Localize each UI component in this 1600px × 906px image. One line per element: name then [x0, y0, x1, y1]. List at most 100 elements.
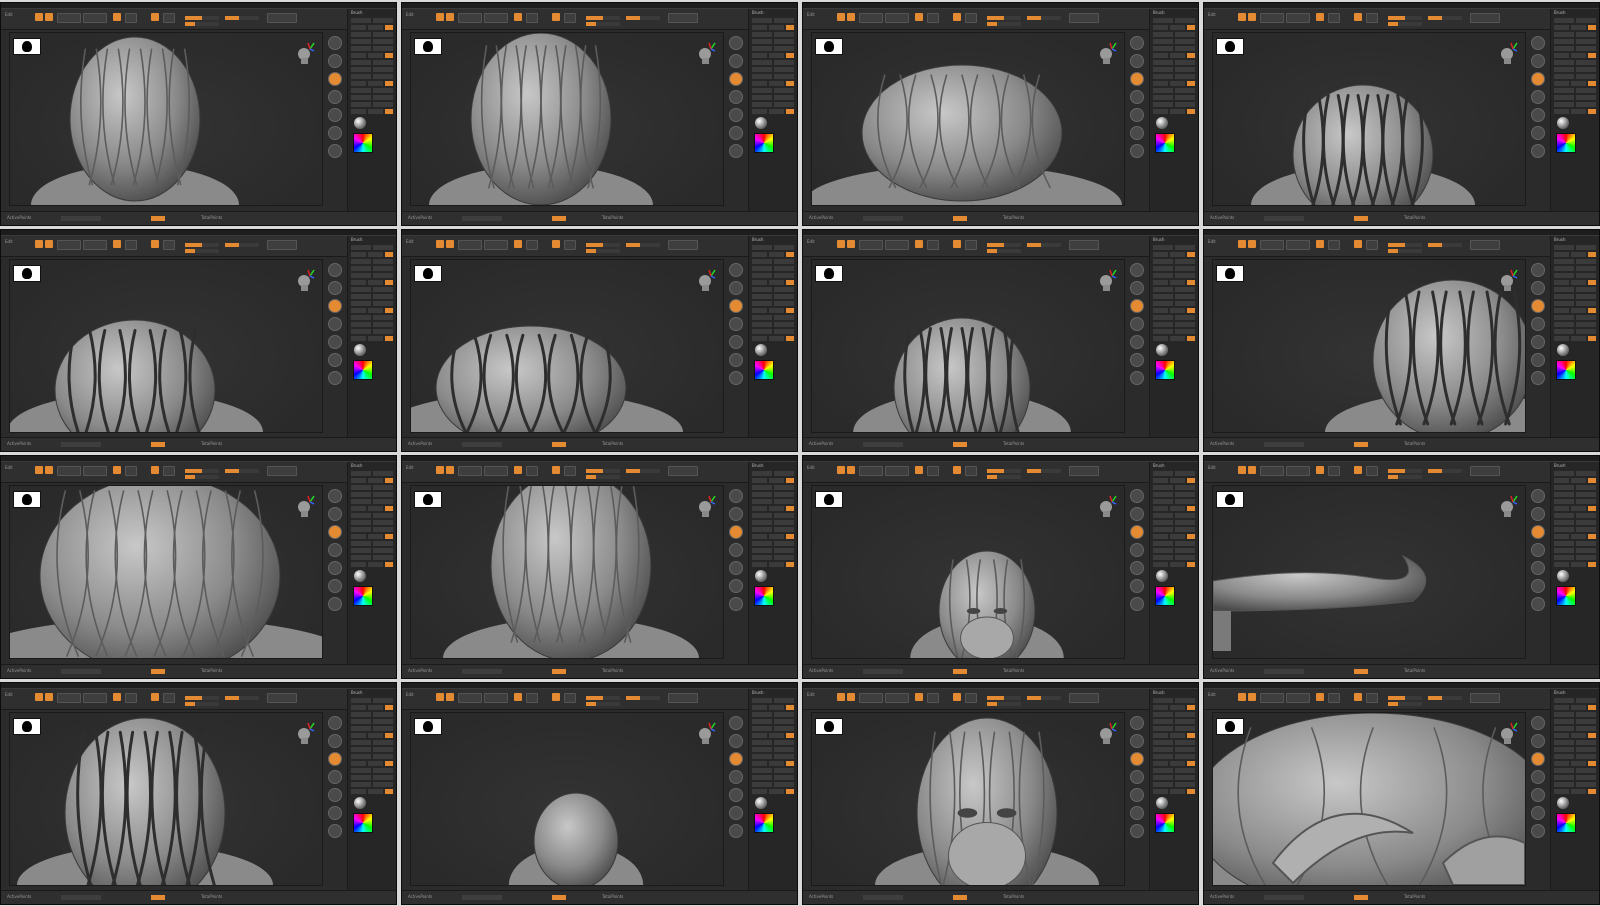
draw-size-slider[interactable] [586, 22, 620, 26]
dynamic-button[interactable] [1470, 13, 1500, 23]
tray-row[interactable] [752, 265, 794, 271]
material-sphere-icon[interactable] [1557, 343, 1569, 356]
tray-row[interactable] [752, 39, 794, 44]
bpr-icon[interactable] [1130, 489, 1144, 503]
focal-shift-slider[interactable] [987, 16, 1021, 20]
tray-row[interactable] [752, 534, 794, 539]
tray-row[interactable] [351, 534, 393, 539]
z-intensity-slider[interactable] [626, 16, 660, 20]
mrgb-button[interactable] [514, 466, 522, 474]
tray-row[interactable] [1153, 335, 1195, 341]
focal-shift-slider[interactable] [1388, 469, 1422, 473]
canvas-viewport[interactable] [410, 32, 724, 206]
tray-row[interactable] [752, 88, 794, 93]
zoom-view-icon[interactable] [729, 543, 743, 557]
tray-row[interactable] [1153, 300, 1195, 306]
color-picker[interactable] [754, 812, 774, 833]
tray-row[interactable] [351, 67, 393, 72]
rotate-button[interactable] [885, 466, 909, 476]
status-button[interactable] [953, 442, 967, 447]
tray-row[interactable] [752, 767, 794, 773]
tray-row[interactable] [351, 739, 393, 745]
scale-button[interactable] [859, 466, 883, 476]
frame-icon[interactable] [1531, 507, 1545, 521]
tray-row[interactable] [752, 102, 794, 107]
tray-row[interactable] [1153, 704, 1195, 710]
material-sphere-icon[interactable] [1557, 570, 1569, 582]
material-sphere-icon[interactable] [354, 343, 366, 356]
polyf-icon[interactable] [1130, 579, 1144, 593]
rgb-button[interactable] [526, 692, 538, 703]
tray-row[interactable] [1153, 67, 1195, 72]
tray-row[interactable] [351, 718, 393, 724]
tray-row[interactable] [1554, 46, 1596, 51]
polyf-icon[interactable] [1531, 805, 1545, 820]
tray-row[interactable] [1554, 704, 1596, 710]
rotate-view-icon[interactable] [1130, 561, 1144, 575]
tray-row[interactable] [1153, 753, 1195, 759]
draw-button[interactable] [837, 692, 845, 701]
rotate-view-icon[interactable] [729, 561, 743, 575]
edit-button[interactable]: Edit [5, 692, 13, 697]
zadd-button[interactable] [1354, 239, 1362, 248]
tray-row[interactable] [351, 781, 393, 787]
zadd-button[interactable] [552, 239, 560, 248]
canvas-viewport[interactable] [1212, 258, 1526, 433]
status-button[interactable] [151, 895, 165, 900]
tray-row[interactable] [1153, 718, 1195, 724]
move-button[interactable] [847, 692, 855, 701]
z-intensity-slider[interactable] [225, 695, 259, 700]
tray-row[interactable] [1153, 527, 1195, 532]
tray-row[interactable] [752, 781, 794, 787]
canvas-viewport[interactable] [1212, 485, 1526, 659]
zoom-view-icon[interactable] [328, 316, 342, 331]
frame-icon[interactable] [729, 54, 743, 68]
draw-size-slider[interactable] [185, 701, 219, 706]
move-button[interactable] [45, 239, 53, 248]
mrgb-button[interactable] [915, 13, 923, 21]
focal-shift-slider[interactable] [987, 242, 1021, 247]
z-intensity-slider[interactable] [1428, 469, 1462, 473]
move-button[interactable] [1248, 13, 1256, 21]
tray-row[interactable] [351, 562, 393, 567]
tray-row[interactable] [351, 753, 393, 759]
zoom-view-icon[interactable] [1130, 90, 1144, 104]
tray-row[interactable] [752, 774, 794, 780]
focal-shift-slider[interactable] [1388, 16, 1422, 20]
draw-button[interactable] [1238, 239, 1246, 248]
rotate-button[interactable] [83, 239, 107, 250]
gizmo-3d-icon[interactable] [1098, 41, 1118, 65]
focal-shift-slider[interactable] [185, 242, 219, 247]
rotate-view-icon[interactable] [1531, 561, 1545, 575]
zsub-button[interactable] [965, 466, 977, 476]
tray-row[interactable] [351, 704, 393, 710]
rgb-button[interactable] [1328, 692, 1340, 703]
frame-icon[interactable] [1130, 280, 1144, 295]
mrgb-button[interactable] [113, 13, 121, 21]
rotate-view-icon[interactable] [1531, 787, 1545, 802]
tray-row[interactable] [1153, 244, 1195, 250]
tray-row[interactable] [1153, 520, 1195, 525]
brush-settings[interactable] [1150, 244, 1198, 341]
tray-row[interactable] [1554, 328, 1596, 334]
tray-row[interactable] [1153, 25, 1195, 30]
focal-shift-slider[interactable] [185, 16, 219, 20]
polyf-icon[interactable] [729, 805, 743, 820]
edit-button[interactable]: Edit [807, 465, 815, 470]
gizmo-3d-icon[interactable] [697, 721, 717, 745]
tray-row[interactable] [351, 774, 393, 780]
tray-row[interactable] [1554, 506, 1596, 511]
tray-row[interactable] [1153, 492, 1195, 497]
rotate-button[interactable] [83, 13, 107, 23]
color-picker[interactable] [1155, 586, 1175, 606]
tray-row[interactable] [351, 46, 393, 51]
transp-icon[interactable] [1130, 597, 1144, 611]
tray-row[interactable] [752, 548, 794, 553]
material-sphere-icon[interactable] [1156, 117, 1168, 129]
move-button[interactable] [45, 13, 53, 21]
rotate-button[interactable] [1286, 692, 1310, 703]
tray-row[interactable] [1153, 258, 1195, 264]
canvas-viewport[interactable] [1212, 711, 1526, 886]
tray-row[interactable] [1153, 314, 1195, 320]
tray-row[interactable] [752, 725, 794, 731]
